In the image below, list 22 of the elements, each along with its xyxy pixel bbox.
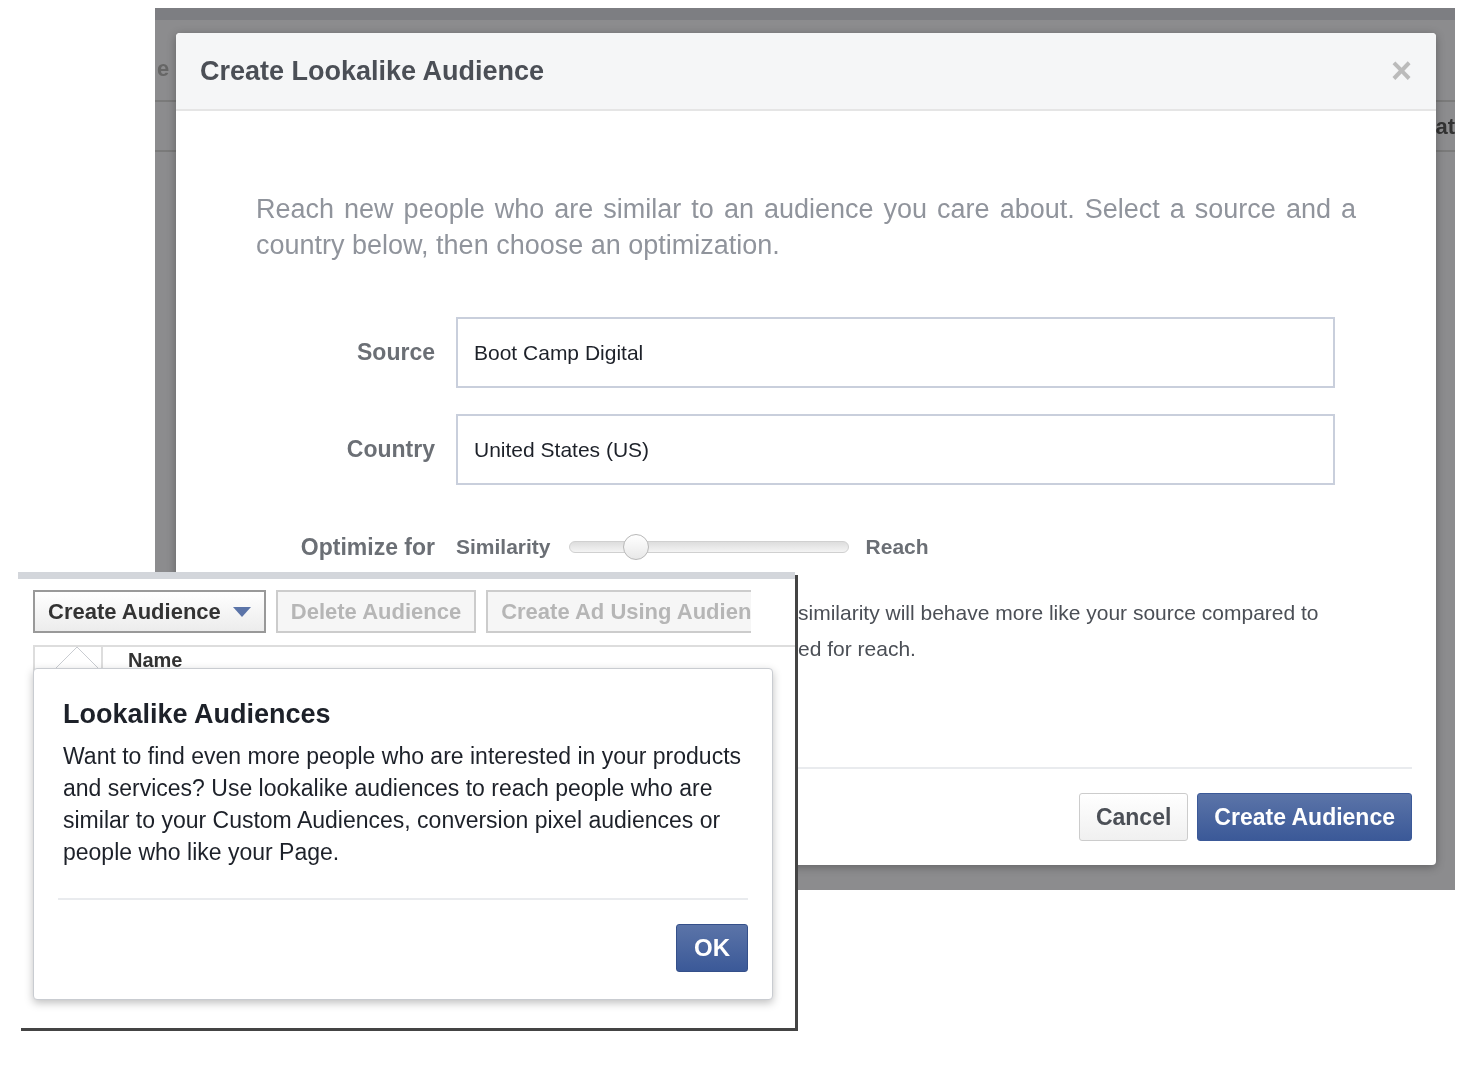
background-text: at <box>1435 114 1455 140</box>
popover-text: Want to find even more people who are interested in your products and services? Use lookalike audiences to reach people who are similar to your Custom Audiences, conversion pixel audiences or people who like your Page. <box>63 742 743 867</box>
caret-icon <box>232 606 251 617</box>
input-field[interactable]: Boot Camp Digital <box>456 317 1335 388</box>
field-label: Optimize for <box>299 533 436 561</box>
field-label: Source <box>356 339 436 366</box>
field-label: Country <box>345 436 436 463</box>
popover-title: Lookalike Audiences <box>63 699 332 730</box>
input-field[interactable]: United States (US) <box>456 414 1335 485</box>
slider-track[interactable] <box>568 533 849 561</box>
note-text: similarity will behave more like your source compared to <box>798 600 1320 626</box>
cancel-button[interactable]: Cancel <box>1078 793 1189 841</box>
ok-button[interactable]: OK <box>676 924 748 972</box>
intro-text: Reach new people who are similar to an audience you care about. Select a source and a country below, then choose an optimization. <box>256 193 1356 262</box>
slider-thumb[interactable] <box>622 534 649 560</box>
column-header: Name <box>127 648 183 673</box>
slider-label: Similarity <box>456 535 551 559</box>
create-audience-button[interactable]: Create Audience <box>1197 793 1412 841</box>
toolbar-button[interactable]: Create Audience <box>33 590 266 633</box>
slider-label: Reach <box>865 535 929 559</box>
note-text: ed for reach. <box>798 636 917 662</box>
dialog-title: Create Lookalike Audience <box>200 55 545 87</box>
